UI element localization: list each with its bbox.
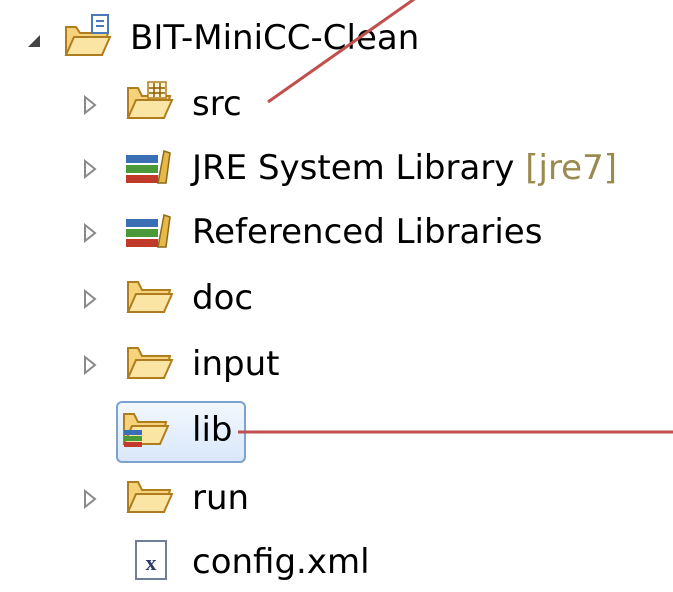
tree-item-label: JRE System Library [192,148,515,188]
folder-icon [124,342,176,386]
tree-item-label: Referenced Libraries [192,212,543,252]
library-folder-icon [120,408,172,452]
folder-icon [124,476,176,520]
jre-version-decorator: [jre7] [525,148,617,188]
source-folder-icon [124,80,176,124]
collapsed-triangle-icon[interactable] [78,221,102,245]
project-folder-icon [62,13,114,57]
tree-item-label: doc [192,278,254,318]
tree-item-project[interactable]: BIT-MiniCC-Clean [0,8,673,70]
collapsed-triangle-icon[interactable] [78,487,102,511]
tree-item-input[interactable]: input [0,332,673,394]
svg-text:x: x [146,550,157,575]
tree-item-jre-system-library[interactable]: JRE System Library [jre7] [0,136,673,198]
tree-item-label: lib [192,410,233,450]
collapsed-triangle-icon[interactable] [78,93,102,117]
tree-item-lib[interactable]: lib [0,398,673,463]
folder-icon [124,276,176,320]
tree-item-doc[interactable]: doc [0,266,673,328]
tree-item-label-group: JRE System Library [jre7] [192,148,617,188]
collapsed-triangle-icon[interactable] [78,287,102,311]
library-icon [124,209,176,253]
tree-item-label: config.xml [192,542,370,582]
project-label: BIT-MiniCC-Clean [130,18,420,58]
tree-item-config-xml[interactable]: x config.xml [0,530,673,592]
package-explorer-tree: BIT-MiniCC-Clean src JRE System Library … [0,0,673,591]
tree-item-label: input [192,344,280,384]
xml-file-icon: x [132,539,172,583]
tree-item-label: src [192,84,242,124]
collapsed-triangle-icon[interactable] [78,353,102,377]
expanded-triangle-icon[interactable] [22,29,46,53]
tree-item-referenced-libraries[interactable]: Referenced Libraries [0,200,673,262]
library-icon [124,145,176,189]
tree-item-label: run [192,478,250,518]
collapsed-triangle-icon[interactable] [78,157,102,181]
tree-item-run[interactable]: run [0,468,673,530]
tree-item-src[interactable]: src [0,72,673,134]
